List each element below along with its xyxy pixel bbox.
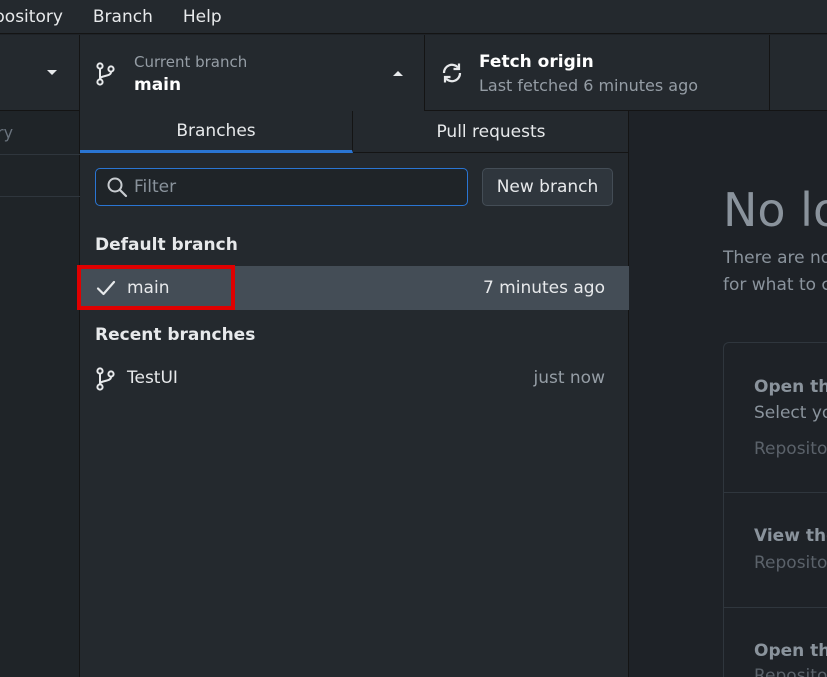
search-icon — [107, 177, 128, 198]
last-fetched-text: Last fetched 6 minutes ago — [479, 76, 699, 95]
no-local-changes-heading: No lo — [723, 183, 827, 237]
card-detail: Repositor — [754, 553, 827, 573]
default-branch-heading: Default branch — [95, 235, 238, 255]
fetch-origin-button[interactable]: Fetch origin Last fetched 6 minutes ago — [426, 35, 770, 111]
caret-up-icon — [393, 71, 403, 76]
card-heading: View the — [754, 526, 827, 546]
dropdown-tabs: Branches Pull requests — [80, 111, 629, 153]
branch-name: main — [127, 278, 170, 298]
caret-down-icon — [47, 70, 57, 75]
info-line-1: There are no — [723, 248, 827, 268]
git-branch-icon — [96, 367, 115, 391]
card-detail: Repositor — [754, 439, 827, 459]
card-heading: Open the — [754, 641, 827, 661]
tab-history-label: ry — [0, 123, 14, 142]
menu-repository[interactable]: pository — [0, 7, 63, 27]
tab-history[interactable]: ry — [0, 111, 80, 155]
action-card-open-2[interactable]: Open the Reposito — [723, 607, 827, 677]
branch-name: TestUI — [127, 368, 178, 388]
fetch-origin-title: Fetch origin — [479, 52, 594, 72]
repository-selector[interactable] — [0, 35, 80, 111]
left-sidebar: ry — [0, 111, 80, 677]
current-branch-button[interactable]: Current branch main — [80, 35, 425, 111]
action-card-open[interactable]: Open the Select yo Repositor — [723, 342, 827, 493]
tab-pull-requests[interactable]: Pull requests — [353, 111, 629, 153]
menu-branch[interactable]: Branch — [93, 7, 153, 27]
card-heading: Open the — [754, 377, 827, 397]
card-text: Select yo — [754, 403, 827, 423]
branch-time: 7 minutes ago — [482, 278, 605, 298]
sidebar-row[interactable] — [0, 155, 80, 197]
current-branch-name: main — [134, 75, 182, 95]
branch-dropdown: Branches Pull requests New branch Defaul… — [77, 111, 629, 677]
recent-branches-heading: Recent branches — [95, 325, 256, 345]
action-card-view[interactable]: View the Repositor — [723, 492, 827, 608]
card-detail: Reposito — [754, 666, 827, 677]
sync-icon — [442, 63, 462, 83]
info-line-2: for what to c — [723, 275, 827, 295]
tab-branches[interactable]: Branches — [80, 111, 353, 153]
current-branch-label: Current branch — [134, 53, 248, 71]
menu-bar: pository Branch Help — [0, 0, 827, 34]
branch-filter[interactable] — [95, 168, 468, 206]
check-icon — [96, 280, 116, 296]
new-branch-button[interactable]: New branch — [482, 168, 613, 206]
branch-item-testui[interactable]: TestUI just now — [80, 356, 629, 400]
filter-input[interactable] — [134, 177, 434, 197]
toolbar: Current branch main Fetch origin Last fe… — [0, 35, 827, 111]
branch-item-main[interactable]: main 7 minutes ago — [77, 265, 629, 310]
git-branch-icon — [96, 62, 115, 86]
main-content: No lo There are no for what to c Open th… — [629, 111, 827, 677]
menu-help[interactable]: Help — [183, 7, 222, 27]
branch-time: just now — [533, 368, 605, 388]
